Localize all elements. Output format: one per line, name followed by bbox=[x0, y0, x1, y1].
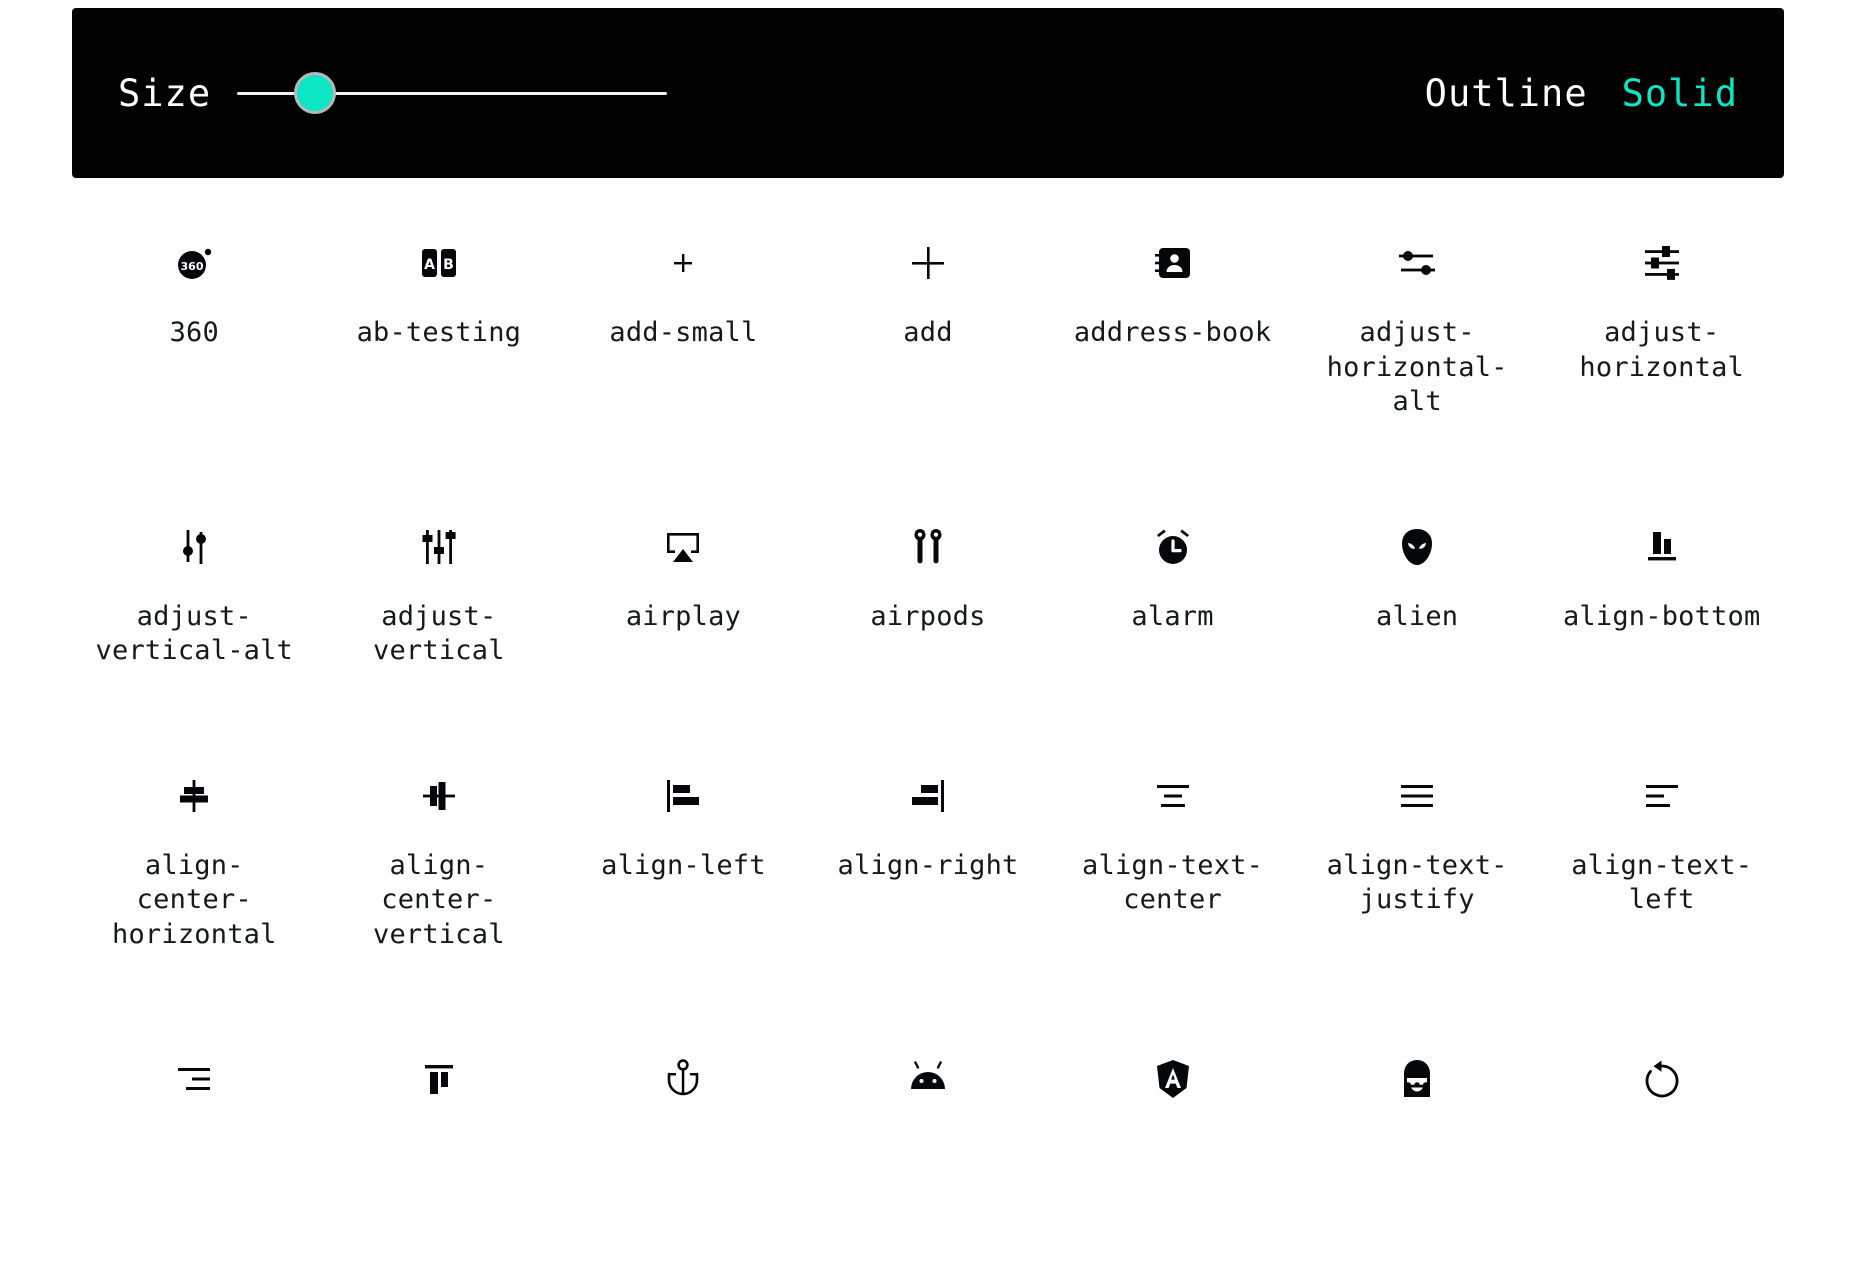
rotate-left-icon[interactable] bbox=[1539, 1048, 1784, 1110]
icon-cell-align-left[interactable]: align-left bbox=[561, 765, 806, 953]
icon-cell-align-text-center[interactable]: align-text-center bbox=[1050, 765, 1295, 953]
icon-label: airplay bbox=[625, 600, 742, 632]
icon-cell-align-center-vertical[interactable]: align-center-vertical bbox=[317, 765, 562, 953]
icon-label: align-text-center bbox=[1082, 849, 1264, 916]
alien-icon[interactable] bbox=[1295, 516, 1540, 578]
icon-label: add-small bbox=[609, 317, 758, 348]
adjust-horizontal-alt-icon[interactable] bbox=[1295, 232, 1540, 294]
icon-cell-align-top[interactable] bbox=[317, 1048, 562, 1132]
align-right-icon[interactable] bbox=[806, 765, 1051, 827]
icon-cell-ab-testing[interactable]: A Bab-testing bbox=[317, 232, 562, 420]
toolbar: Size Outline Solid bbox=[72, 8, 1784, 178]
icon-cell-360[interactable]: 360 360 bbox=[72, 232, 317, 420]
style-mode-switch: Outline Solid bbox=[1425, 75, 1738, 112]
anchor-icon[interactable] bbox=[561, 1048, 806, 1110]
icon-label: align-text-justify bbox=[1326, 849, 1508, 916]
airplay-icon[interactable] bbox=[561, 516, 806, 578]
icon-cell-align-right[interactable]: align-right bbox=[806, 765, 1051, 953]
icon-cell-adjust-horizontal[interactable]: adjust-horizontal bbox=[1539, 232, 1784, 420]
size-label: Size bbox=[118, 71, 212, 115]
icon-cell-anonymous[interactable] bbox=[1295, 1048, 1540, 1132]
icon-label: add bbox=[903, 317, 953, 348]
icon-label: 360 bbox=[169, 317, 219, 348]
add-small-icon[interactable] bbox=[561, 232, 806, 294]
alarm-icon[interactable] bbox=[1050, 516, 1295, 578]
align-bottom-icon[interactable] bbox=[1539, 516, 1784, 578]
icon-cell-align-text-left[interactable]: align-text-left bbox=[1539, 765, 1784, 953]
360-icon[interactable]: 360 bbox=[72, 232, 317, 294]
icon-cell-adjust-vertical-alt[interactable]: adjust-vertical-alt bbox=[72, 516, 317, 669]
size-slider[interactable] bbox=[237, 71, 668, 115]
icon-label: address-book bbox=[1073, 317, 1272, 348]
icon-label: alarm bbox=[1131, 600, 1214, 632]
icon-cell-address-book[interactable]: address-book bbox=[1050, 232, 1295, 420]
adjust-horizontal-icon[interactable] bbox=[1539, 232, 1784, 294]
icon-cell-android[interactable] bbox=[806, 1048, 1051, 1132]
icon-label: adjust-vertical-alt bbox=[95, 600, 294, 667]
ab-testing-icon[interactable]: AB bbox=[317, 232, 562, 294]
size-control: Size bbox=[118, 71, 668, 115]
icon-cell-adjust-horizontal-alt[interactable]: adjust-horizontal-alt bbox=[1295, 232, 1540, 420]
icon-label: align-right bbox=[837, 849, 1019, 881]
icon-cell-align-text-right[interactable] bbox=[72, 1048, 317, 1132]
icon-cell-angular[interactable] bbox=[1050, 1048, 1295, 1132]
svg-text:360: 360 bbox=[181, 260, 204, 273]
align-center-vertical-icon[interactable] bbox=[317, 765, 562, 827]
align-center-horizontal-icon[interactable] bbox=[72, 765, 317, 827]
icon-label: align-left bbox=[601, 849, 766, 881]
airpods-icon[interactable] bbox=[806, 516, 1051, 578]
icon-label: adjust-horizontal-alt bbox=[1326, 317, 1508, 418]
icon-label: align-center-vertical bbox=[373, 849, 505, 950]
icon-cell-alien[interactable]: alien bbox=[1295, 516, 1540, 669]
align-text-justify-icon[interactable] bbox=[1295, 765, 1540, 827]
adjust-vertical-alt-icon[interactable] bbox=[72, 516, 317, 578]
icon-grid: 360 360 A Bab-testing add-small add address-bo… bbox=[72, 232, 1784, 1132]
icon-cell-align-center-horizontal[interactable]: align-center-horizontal bbox=[72, 765, 317, 953]
icon-cell-add[interactable]: add bbox=[806, 232, 1051, 420]
icon-cell-adjust-vertical[interactable]: adjust-vertical bbox=[317, 516, 562, 669]
icon-cell-align-bottom[interactable]: align-bottom bbox=[1539, 516, 1784, 669]
mode-option-solid[interactable]: Solid bbox=[1622, 75, 1738, 112]
icon-label: align-bottom bbox=[1562, 600, 1761, 632]
icon-label: align-text-left bbox=[1571, 849, 1753, 916]
icon-label: align-center-horizontal bbox=[112, 849, 277, 950]
mode-option-outline[interactable]: Outline bbox=[1425, 75, 1588, 112]
icon-label: adjust-horizontal bbox=[1579, 317, 1744, 383]
icon-cell-anchor[interactable] bbox=[561, 1048, 806, 1132]
icon-label: ab-testing bbox=[356, 317, 522, 348]
align-text-center-icon[interactable] bbox=[1050, 765, 1295, 827]
align-text-left-icon[interactable] bbox=[1539, 765, 1784, 827]
icon-label: airpods bbox=[870, 600, 986, 632]
angular-icon[interactable] bbox=[1050, 1048, 1295, 1110]
add-icon[interactable] bbox=[806, 232, 1051, 294]
icon-label: alien bbox=[1375, 600, 1459, 632]
align-text-right-icon[interactable] bbox=[72, 1048, 317, 1110]
android-icon[interactable] bbox=[806, 1048, 1051, 1110]
align-top-icon[interactable] bbox=[317, 1048, 562, 1110]
icon-cell-align-text-justify[interactable]: align-text-justify bbox=[1295, 765, 1540, 953]
anonymous-icon[interactable] bbox=[1295, 1048, 1540, 1110]
icon-label: adjust-vertical bbox=[373, 600, 505, 667]
align-left-icon[interactable] bbox=[561, 765, 806, 827]
icon-cell-add-small[interactable]: add-small bbox=[561, 232, 806, 420]
icon-cell-airplay[interactable]: airplay bbox=[561, 516, 806, 669]
svg-text:A: A bbox=[424, 257, 435, 273]
icon-cell-airpods[interactable]: airpods bbox=[806, 516, 1051, 669]
icon-cell-alarm[interactable]: alarm bbox=[1050, 516, 1295, 669]
icon-cell-rotate-left[interactable] bbox=[1539, 1048, 1784, 1132]
address-book-icon[interactable] bbox=[1050, 232, 1295, 294]
svg-text:B: B bbox=[443, 257, 454, 273]
adjust-vertical-icon[interactable] bbox=[317, 516, 562, 578]
slider-thumb[interactable] bbox=[293, 72, 336, 114]
